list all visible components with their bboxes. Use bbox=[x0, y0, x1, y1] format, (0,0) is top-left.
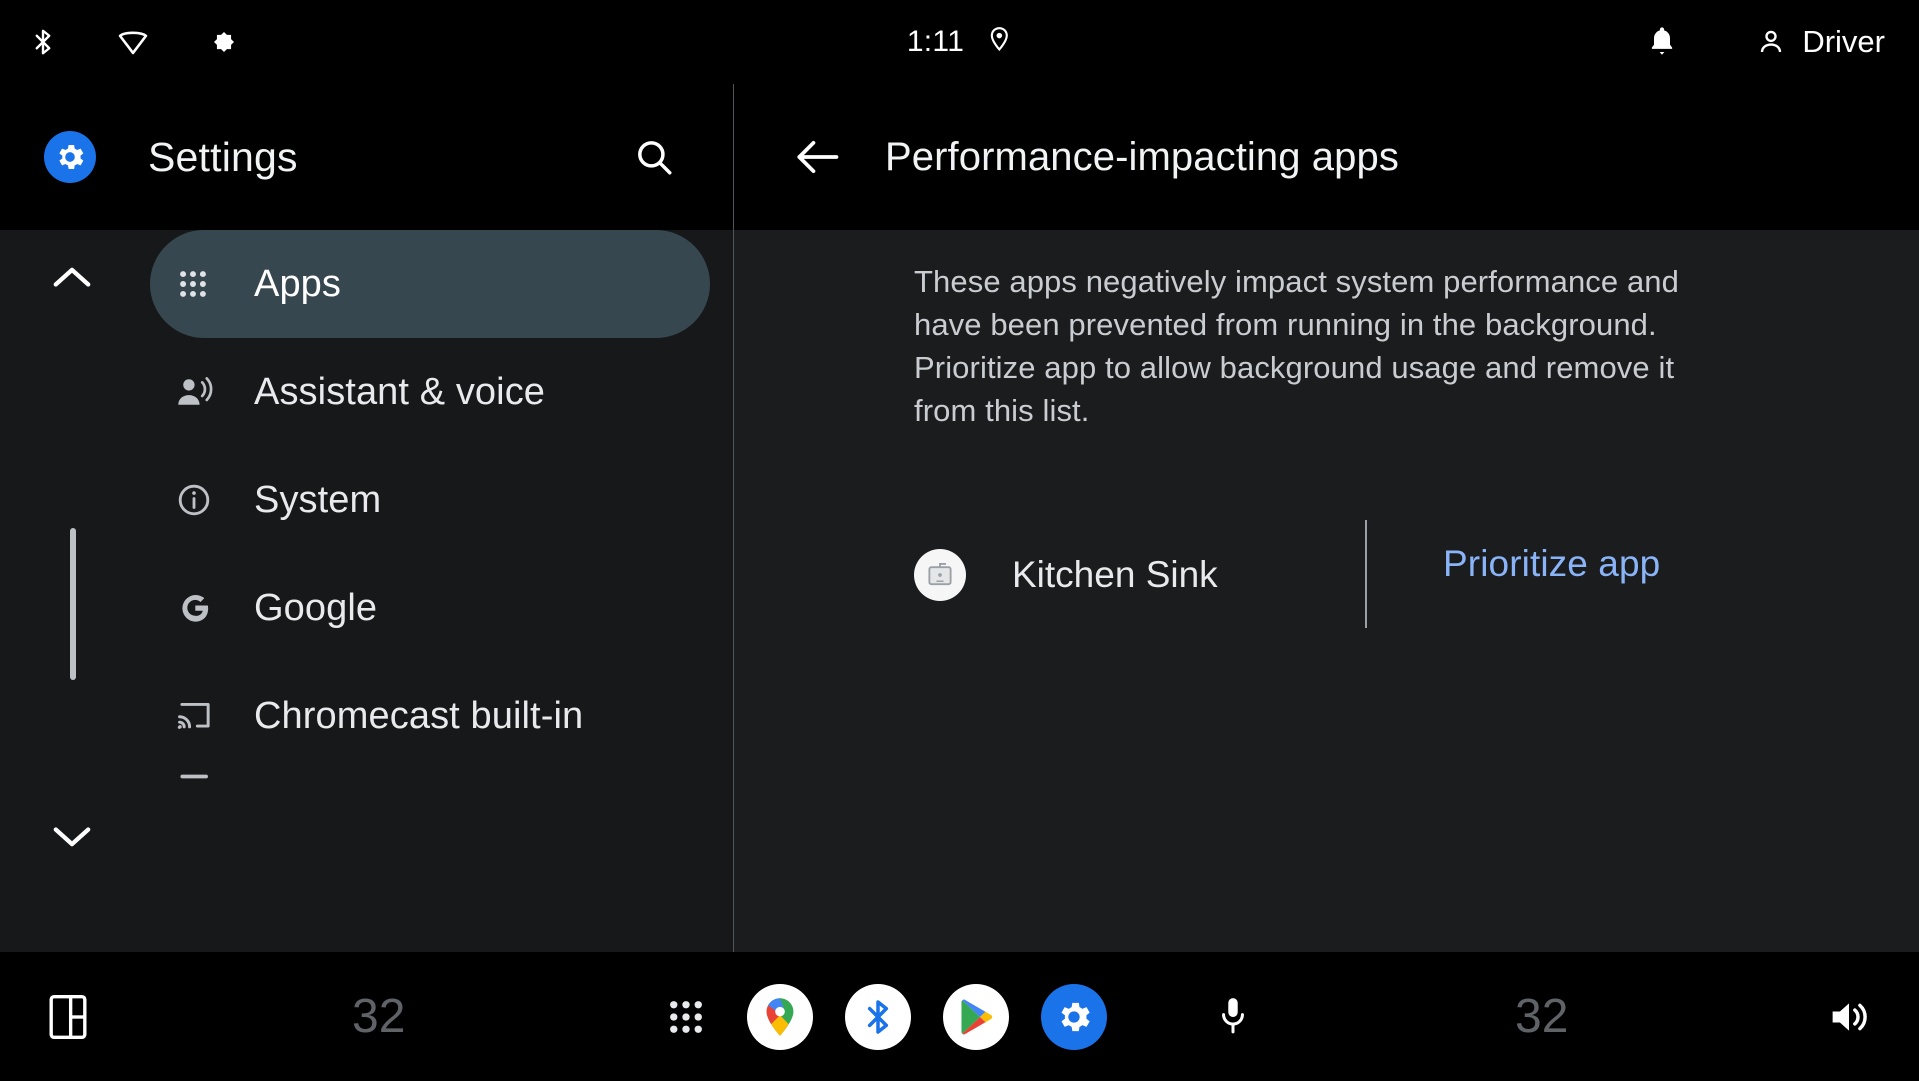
status-bar-center: 1:11 bbox=[907, 25, 1012, 59]
brightness-icon[interactable] bbox=[208, 26, 240, 58]
sidebar-nav-list: Apps Assistant & voice System Google Chr… bbox=[150, 230, 733, 810]
temperature-left[interactable]: 32 bbox=[352, 989, 405, 1044]
chevron-down-icon[interactable] bbox=[46, 810, 98, 862]
sidebar-item-google[interactable]: Google bbox=[150, 554, 733, 662]
status-bar-right: Driver bbox=[1646, 24, 1885, 60]
apps-grid-icon[interactable] bbox=[665, 996, 707, 1038]
bluetooth-icon[interactable] bbox=[28, 25, 58, 59]
temperature-right[interactable]: 32 bbox=[1515, 989, 1568, 1044]
clock-time: 1:11 bbox=[906, 25, 965, 58]
settings-gear-icon[interactable] bbox=[1041, 983, 1107, 1050]
arrow-left-icon[interactable] bbox=[789, 129, 845, 185]
description-line-2: Prioritize app to allow background usage… bbox=[914, 350, 1675, 428]
status-bar-left-icons bbox=[28, 25, 240, 59]
detail-page-title: Performance-impacting apps bbox=[885, 134, 1399, 179]
search-icon[interactable] bbox=[626, 129, 682, 185]
prioritize-app-button[interactable]: Prioritize app bbox=[1443, 543, 1660, 585]
description-text: These apps negatively impact system perf… bbox=[914, 260, 1684, 432]
person-icon bbox=[1756, 27, 1786, 57]
car-settings-screen: 1:11 Driver Settings Performance-impacti… bbox=[0, 0, 1919, 1081]
kitchen-sink-app-icon bbox=[914, 549, 966, 601]
sidebar-item-chromecast[interactable]: Chromecast built-in bbox=[150, 662, 733, 770]
info-circle-icon bbox=[176, 482, 234, 518]
detail-content-panel: These apps negatively impact system perf… bbox=[734, 230, 1919, 952]
bottom-taskbar: 32 32 bbox=[0, 952, 1919, 1081]
settings-sidebar: Apps Assistant & voice System Google Chr… bbox=[0, 230, 733, 952]
description-line-1: These apps negatively impact system perf… bbox=[914, 264, 1679, 342]
sidebar-item-label: Google bbox=[254, 586, 378, 629]
location-pin-icon bbox=[986, 26, 1012, 58]
chevron-up-icon[interactable] bbox=[46, 252, 98, 304]
sidebar-item-label: Assistant & voice bbox=[254, 370, 546, 413]
taskbar-app-list bbox=[747, 983, 1107, 1050]
sidebar-item-assistant-voice[interactable]: Assistant & voice bbox=[150, 338, 733, 446]
partial-item-icon bbox=[176, 770, 234, 802]
bluetooth-icon[interactable] bbox=[845, 983, 911, 1050]
assistant-voice-icon bbox=[176, 375, 234, 409]
app-name-label: Kitchen Sink bbox=[1012, 554, 1218, 595]
settings-header: Settings bbox=[0, 84, 733, 230]
sidebar-item-label: System bbox=[254, 478, 382, 521]
sidebar-item-label: Chromecast built-in bbox=[254, 694, 584, 737]
maps-icon[interactable] bbox=[747, 983, 813, 1050]
app-list-row[interactable]: Kitchen Sink bbox=[914, 520, 1794, 630]
cast-icon bbox=[176, 699, 234, 733]
sidebar-item-partial[interactable] bbox=[150, 770, 733, 810]
play-store-icon[interactable] bbox=[943, 983, 1009, 1050]
apps-grid-icon bbox=[176, 267, 234, 301]
sidebar-item-label: Apps bbox=[254, 262, 342, 305]
user-profile[interactable]: Driver bbox=[1756, 24, 1885, 60]
sidebar-item-apps[interactable]: Apps bbox=[150, 230, 710, 338]
sidebar-scrollbar-thumb[interactable] bbox=[70, 528, 76, 680]
settings-app-icon bbox=[44, 131, 96, 183]
sidebar-item-system[interactable]: System bbox=[150, 446, 733, 554]
volume-icon[interactable] bbox=[1827, 997, 1871, 1037]
microphone-icon[interactable] bbox=[1218, 995, 1248, 1039]
status-bar: 1:11 Driver bbox=[0, 0, 1919, 84]
wifi-icon[interactable] bbox=[116, 27, 150, 57]
google-g-icon bbox=[176, 589, 234, 627]
split-screen-icon[interactable] bbox=[48, 994, 88, 1040]
app-row-divider bbox=[1365, 520, 1367, 628]
detail-header: Performance-impacting apps bbox=[733, 84, 1919, 230]
user-name-label: Driver bbox=[1802, 24, 1885, 59]
bell-icon[interactable] bbox=[1646, 24, 1678, 60]
page-title: Settings bbox=[148, 133, 298, 180]
